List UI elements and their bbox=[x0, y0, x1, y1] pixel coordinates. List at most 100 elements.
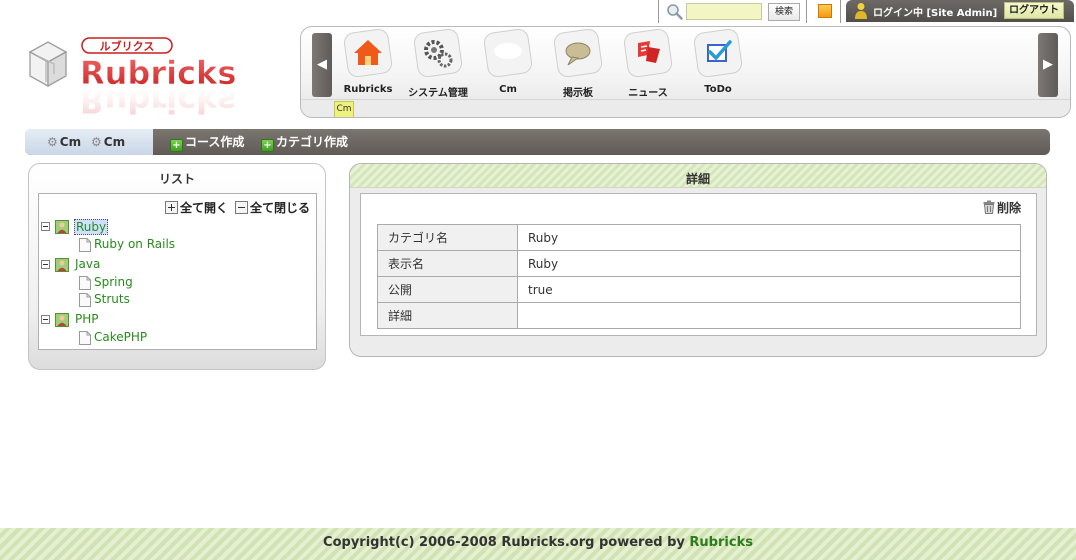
gear-icon: ⚙ bbox=[47, 135, 58, 149]
tree-node-label[interactable]: Spring bbox=[94, 275, 133, 289]
search-button[interactable]: 検索 bbox=[768, 3, 800, 21]
sub-tab-strip: Cm bbox=[301, 99, 1070, 117]
collapse-all-button[interactable]: 全て閉じる bbox=[235, 199, 310, 216]
nav-item-system-admin[interactable]: システム管理 bbox=[403, 29, 473, 99]
document-icon bbox=[79, 276, 91, 290]
footer-rubricks-link[interactable]: Rubricks bbox=[689, 535, 753, 550]
logo-reflection: Rubricks bbox=[80, 82, 236, 120]
nav-item-label: ニュース bbox=[628, 88, 668, 99]
document-icon bbox=[79, 331, 91, 345]
nav-item-label: システム管理 bbox=[408, 88, 468, 99]
nav-item-cm[interactable]: Cm bbox=[473, 29, 543, 99]
breadcrumb-action-bar: ⚙ Cm ⚙ Cm + コース作成 + カテゴリ作成 bbox=[25, 129, 1050, 155]
sub-tab-cm[interactable]: Cm bbox=[334, 101, 354, 117]
list-panel-title: リスト bbox=[158, 172, 195, 186]
magnifier-icon bbox=[667, 4, 683, 20]
detail-table: カテゴリ名 Ruby 表示名 Ruby 公開 true 詳細 bbox=[377, 224, 1021, 329]
divider bbox=[840, 0, 841, 23]
nav-item-label: ToDo bbox=[704, 84, 732, 95]
blank-icon bbox=[484, 29, 532, 77]
create-category-button[interactable]: + カテゴリ作成 bbox=[261, 133, 348, 152]
breadcrumb: ⚙ Cm ⚙ Cm bbox=[25, 129, 153, 155]
collapse-toggle-icon[interactable] bbox=[41, 260, 50, 269]
add-icon: + bbox=[170, 139, 183, 152]
divider bbox=[806, 0, 807, 23]
table-row: 公開 true bbox=[377, 276, 1021, 303]
tree-node-label[interactable]: Ruby on Rails bbox=[94, 237, 175, 251]
home-icon bbox=[344, 29, 392, 77]
logo-kana: ルブリクス bbox=[100, 39, 155, 53]
collapse-toggle-icon[interactable] bbox=[41, 315, 50, 324]
tree-node-course: Struts bbox=[39, 292, 309, 308]
user-icon bbox=[855, 3, 867, 19]
login-status-text: ログイン中 [Site Admin] bbox=[873, 8, 998, 19]
field-value bbox=[517, 302, 1021, 329]
collapse-toggle-icon[interactable] bbox=[41, 222, 50, 231]
tree-node-label[interactable]: CakePHP bbox=[94, 330, 147, 344]
field-label: 詳細 bbox=[377, 302, 518, 329]
table-row: 表示名 Ruby bbox=[377, 250, 1021, 277]
top-utility-bar: 検索 ログイン中 [Site Admin] ログアウト bbox=[658, 0, 1076, 23]
category-tree: 全て開く 全て閉じる Ruby Ruby on Rails Java Sprin… bbox=[38, 193, 317, 350]
nav-item-bulletin-board[interactable]: 掲示板 bbox=[543, 29, 613, 99]
tree-node-course: Ruby on Rails bbox=[39, 237, 309, 253]
nav-scroll-left-button[interactable]: ◀ bbox=[312, 33, 332, 97]
detail-panel-header: 詳細 bbox=[350, 164, 1046, 188]
divider bbox=[658, 0, 659, 23]
create-course-button[interactable]: + コース作成 bbox=[170, 133, 244, 152]
logout-button[interactable]: ログアウト bbox=[1004, 2, 1064, 19]
detail-panel-title: 詳細 bbox=[685, 172, 710, 186]
minus-icon bbox=[235, 201, 248, 214]
tree-node-course: CakePHP bbox=[39, 330, 309, 346]
detail-panel: 詳細 削除 カテゴリ名 Ruby 表示名 Ruby 公開 true 詳細 bbox=[349, 163, 1047, 357]
list-panel: リスト 全て開く 全て閉じる Ruby Ruby on Rails Java S… bbox=[28, 163, 326, 370]
table-row: 詳細 bbox=[377, 302, 1021, 329]
tree-node-label[interactable]: Struts bbox=[94, 292, 130, 306]
nav-scroll-right-button[interactable]: ▶ bbox=[1038, 33, 1058, 97]
field-value: true bbox=[517, 276, 1021, 303]
logo-mark bbox=[28, 41, 68, 88]
delete-button[interactable]: 削除 bbox=[983, 199, 1021, 216]
nav-item-news[interactable]: ニュース bbox=[613, 29, 683, 99]
plus-icon bbox=[165, 201, 178, 214]
category-icon bbox=[55, 220, 69, 234]
login-status-bar: ログイン中 [Site Admin] ログアウト bbox=[846, 0, 1074, 22]
category-icon bbox=[55, 258, 69, 272]
rubricks-logo[interactable]: ルブリクス Rubricks Rubricks bbox=[24, 30, 264, 125]
document-icon bbox=[79, 238, 91, 252]
nav-item-label: Rubricks bbox=[343, 84, 393, 95]
search-input[interactable] bbox=[686, 3, 762, 20]
add-icon: + bbox=[261, 139, 274, 152]
gears-icon bbox=[414, 29, 462, 77]
tree-node-label[interactable]: Ruby bbox=[74, 219, 109, 235]
footer: Copyright(c) 2006-2008 Rubricks.org powe… bbox=[0, 528, 1076, 560]
main-nav-panel: ◀ Rubricks システム管理 Cm 掲示板 ニュース ToDo ▶ Cm bbox=[300, 26, 1071, 118]
breadcrumb-item[interactable]: ⚙ Cm bbox=[47, 135, 81, 149]
nav-item-todo[interactable]: ToDo bbox=[683, 29, 753, 99]
trash-icon bbox=[983, 200, 995, 214]
tree-node-label[interactable]: PHP bbox=[75, 312, 99, 326]
field-label: 公開 bbox=[377, 276, 518, 303]
breadcrumb-item[interactable]: ⚙ Cm bbox=[91, 135, 125, 149]
tree-node-course: Spring bbox=[39, 275, 309, 291]
gear-icon: ⚙ bbox=[91, 135, 102, 149]
copyright-text: Copyright(c) 2006-2008 Rubricks.org powe… bbox=[323, 535, 753, 550]
field-label: 表示名 bbox=[377, 250, 518, 277]
nav-item-label: 掲示板 bbox=[563, 88, 593, 99]
field-label: カテゴリ名 bbox=[377, 224, 518, 251]
speech-bubble-icon bbox=[554, 29, 602, 77]
document-icon bbox=[79, 293, 91, 307]
field-value: Ruby bbox=[517, 224, 1021, 251]
detail-content: 削除 カテゴリ名 Ruby 表示名 Ruby 公開 true 詳細 bbox=[360, 193, 1037, 336]
news-icon bbox=[624, 29, 672, 77]
field-value: Ruby bbox=[517, 250, 1021, 277]
checkbox-icon bbox=[694, 29, 742, 77]
category-icon bbox=[55, 313, 69, 327]
nav-item-rubricks[interactable]: Rubricks bbox=[333, 29, 403, 99]
table-row: カテゴリ名 Ruby bbox=[377, 224, 1021, 251]
rss-icon[interactable] bbox=[818, 4, 832, 18]
tree-node-category: Ruby bbox=[39, 219, 309, 235]
expand-all-button[interactable]: 全て開く bbox=[165, 199, 228, 216]
tree-node-label[interactable]: Java bbox=[75, 257, 100, 271]
nav-item-label: Cm bbox=[499, 84, 517, 95]
